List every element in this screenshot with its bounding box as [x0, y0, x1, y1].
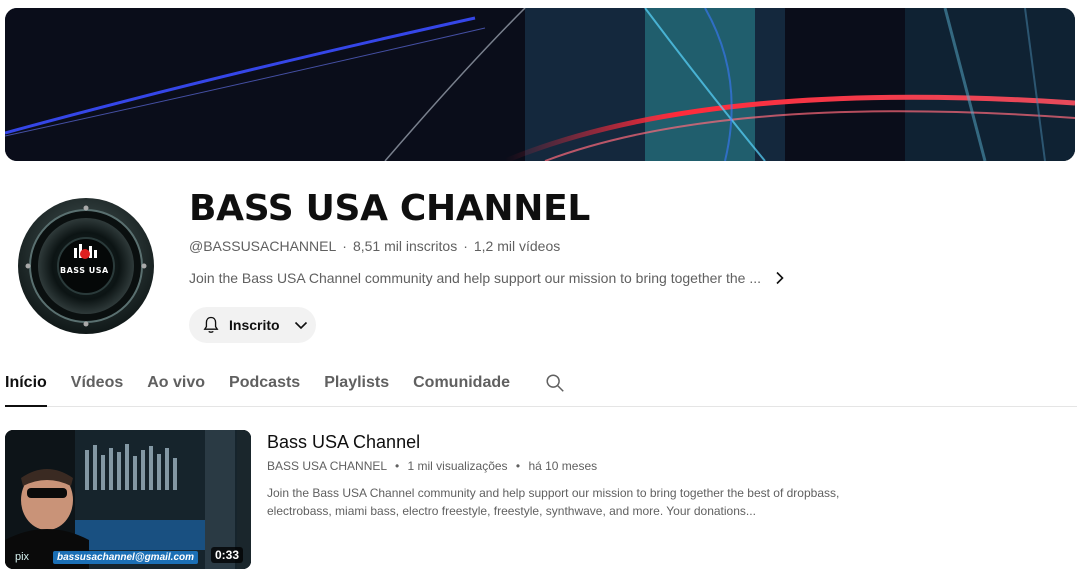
video-channel-name[interactable]: BASS USA CHANNEL — [267, 459, 387, 473]
meta-separator: · — [342, 238, 347, 254]
video-description: Join the Bass USA Channel community and … — [267, 486, 840, 518]
video-views: 1 mil visualizações — [407, 459, 508, 473]
chevron-down-icon — [294, 321, 307, 330]
chevron-right-icon — [776, 271, 784, 285]
tab-podcasts[interactable]: Podcasts — [229, 360, 300, 406]
tab-comunidade[interactable]: Comunidade — [413, 360, 510, 406]
channel-handle: @BASSUSACHANNEL — [189, 238, 337, 254]
pix-label: pix — [15, 551, 30, 563]
about-text: Join the Bass USA Channel community and … — [189, 270, 761, 286]
video-meta: BASS USA CHANNEL • 1 mil visualizações •… — [267, 459, 597, 473]
meta-separator: • — [515, 459, 521, 473]
tab-videos[interactable]: Vídeos — [71, 360, 123, 406]
video-title[interactable]: Bass USA Channel — [267, 432, 420, 453]
tab-ao-vivo[interactable]: Ao vivo — [147, 360, 205, 406]
meta-separator: · — [463, 238, 468, 254]
tab-inicio[interactable]: Início — [5, 360, 47, 407]
tab-playlists[interactable]: Playlists — [324, 360, 389, 406]
subscribed-button[interactable]: Inscrito — [189, 307, 316, 343]
channel-title: BASS USA CHANNEL — [189, 188, 591, 229]
search-icon[interactable] — [544, 360, 566, 399]
video-age: há 10 meses — [528, 459, 598, 473]
video-duration: 0:33 — [210, 547, 243, 563]
video-thumbnail[interactable]: pix bassusachannel@gmail.com 0:33 — [5, 430, 251, 569]
channel-about[interactable]: Join the Bass USA Channel community and … — [189, 270, 787, 286]
thumbnail-email: bassusachannel@gmail.com — [53, 551, 199, 564]
avatar-label: BASS USA — [60, 266, 109, 275]
meta-separator: • — [394, 459, 400, 473]
subscribed-label: Inscrito — [229, 317, 280, 333]
channel-tabs: Início Vídeos Ao vivo Podcasts Playlists… — [5, 360, 1077, 407]
channel-banner — [5, 8, 1075, 161]
video-count: 1,2 mil vídeos — [473, 238, 561, 254]
subscriber-count: 8,51 mil inscritos — [352, 238, 458, 254]
channel-meta: @BASSUSACHANNEL · 8,51 mil inscritos · 1… — [189, 238, 560, 254]
bell-icon — [203, 316, 219, 333]
